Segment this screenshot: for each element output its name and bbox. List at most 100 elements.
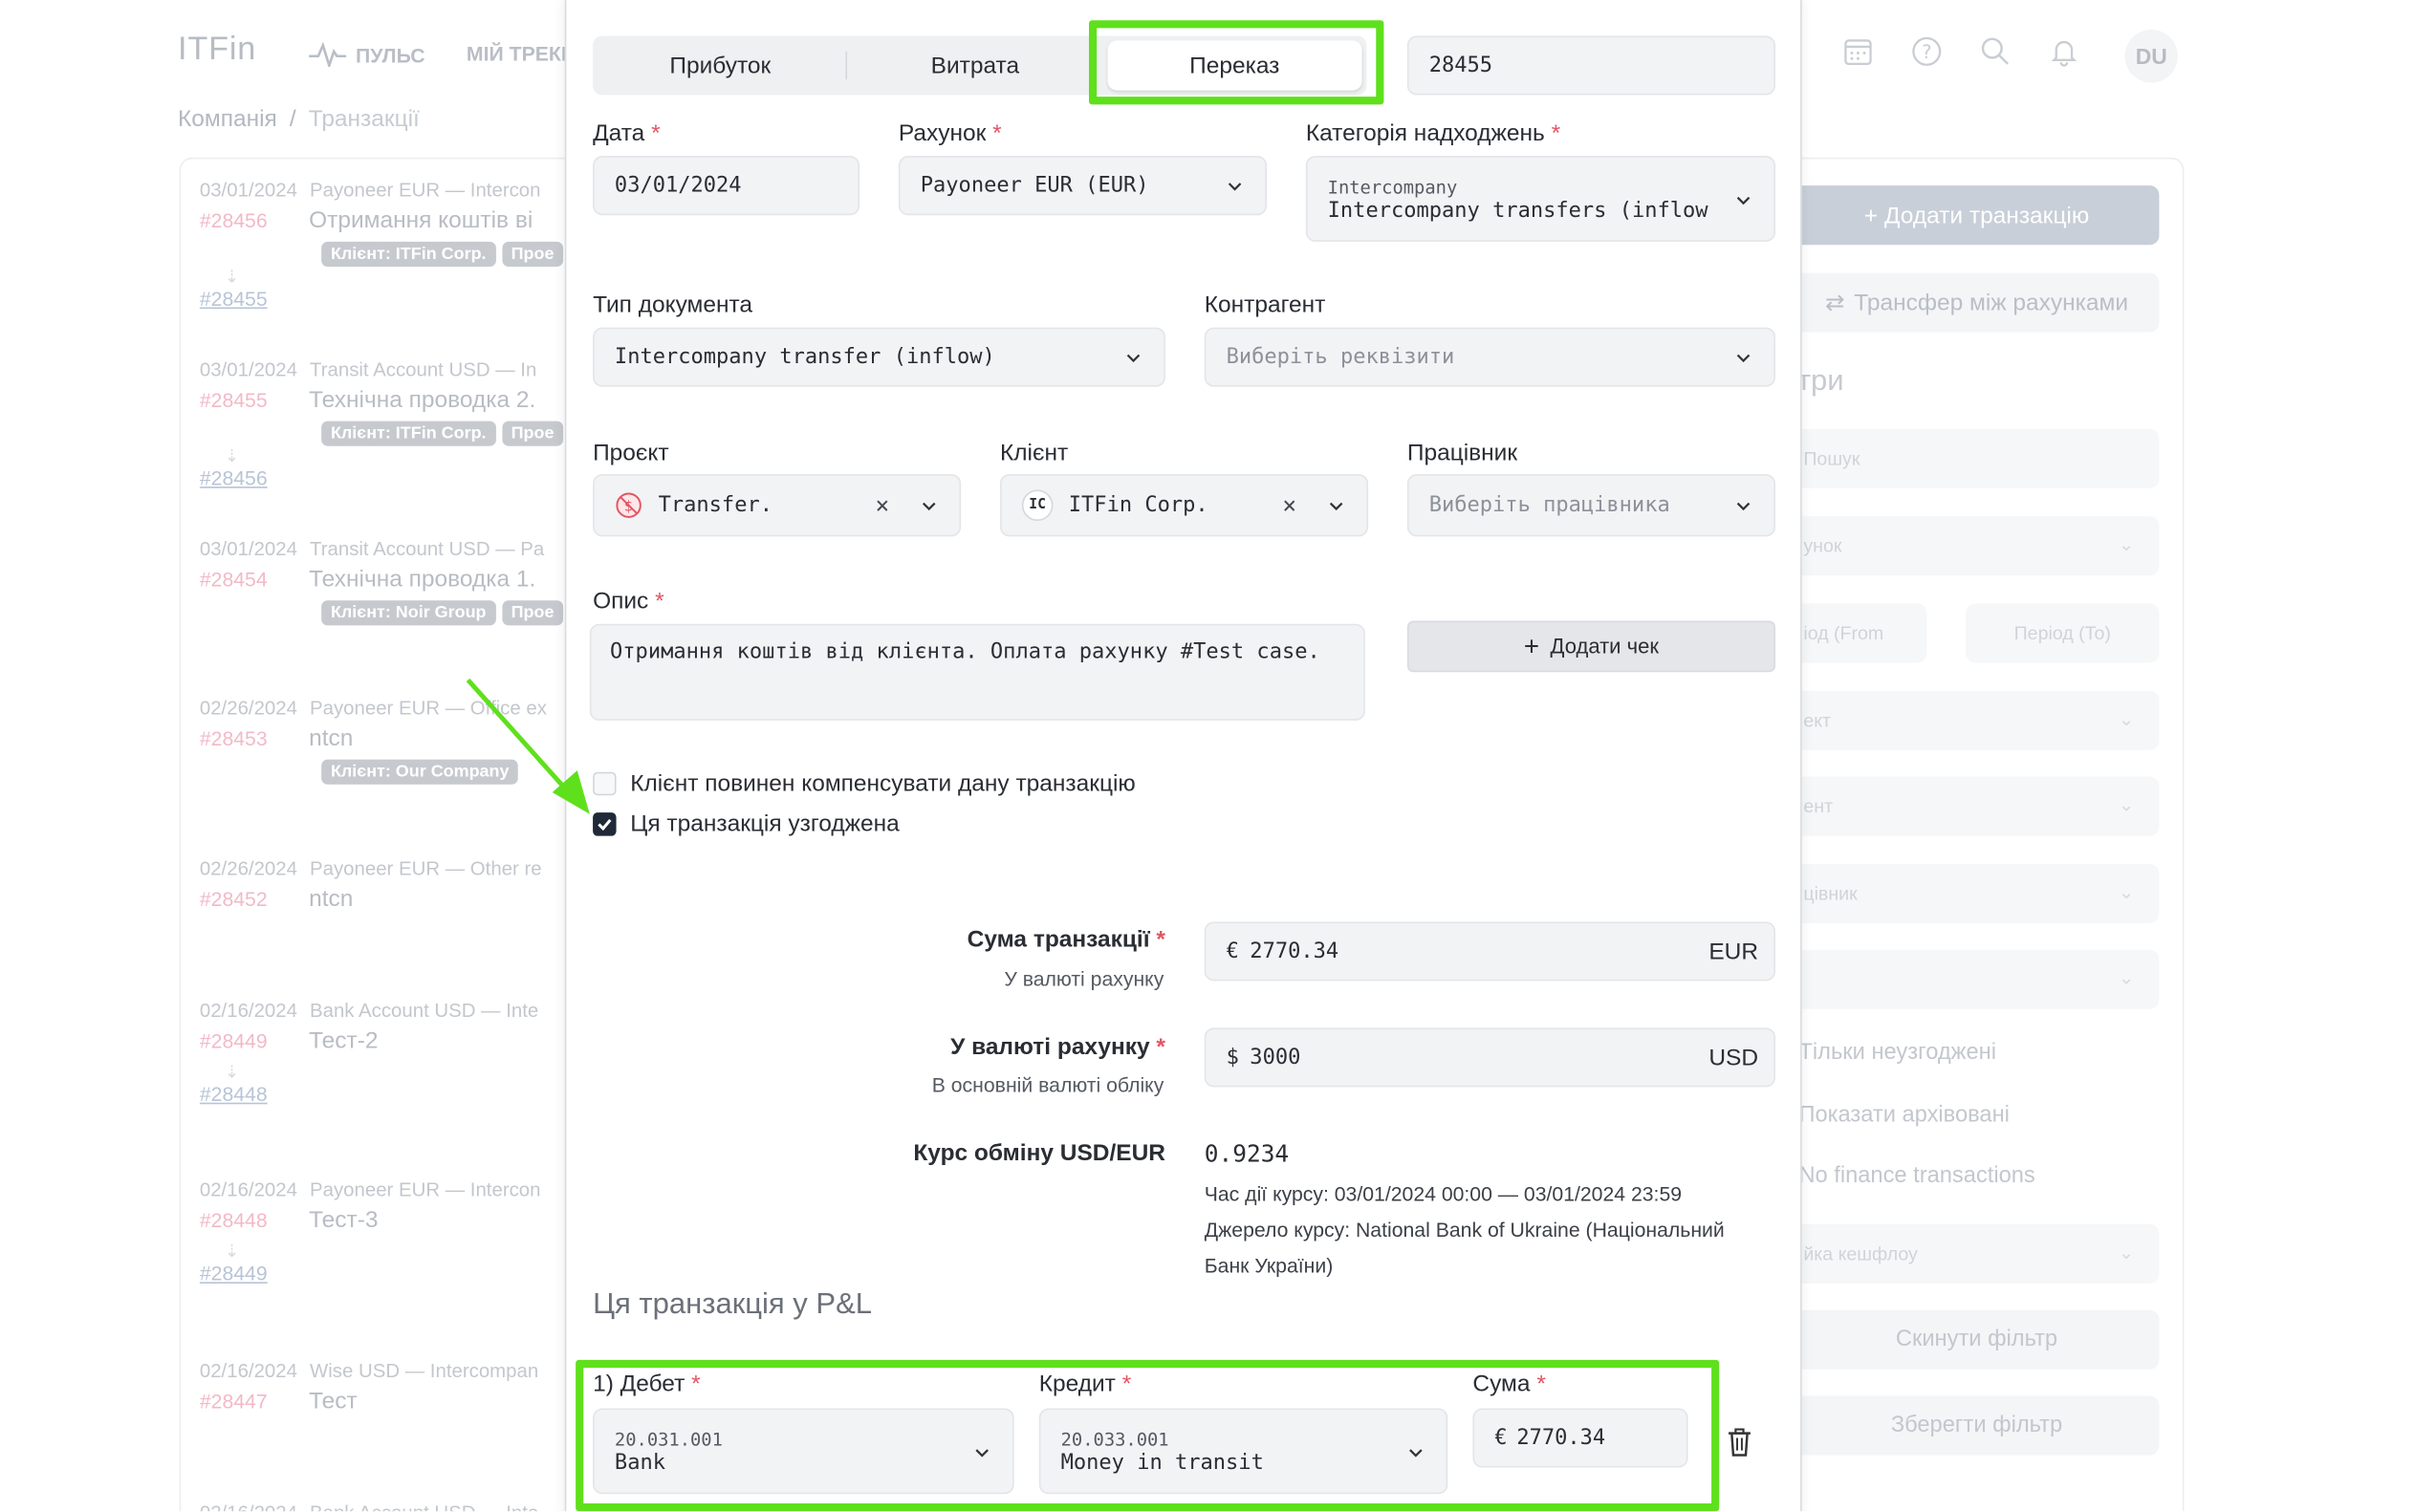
row-title: Тест-2 (309, 1027, 379, 1055)
tab-transfer[interactable]: Переказ (1107, 40, 1362, 91)
list-item[interactable]: 02/16/2024 Bank Account USD — Inte #28449… (200, 1000, 575, 1106)
credit-name: Money in transit (1060, 1449, 1264, 1475)
nav-pulse[interactable]: ПУЛЬС (309, 42, 425, 68)
row-linked-id[interactable]: #28449 (200, 1262, 575, 1285)
row-account: Bank Account USD — Inte (310, 1501, 538, 1511)
row-account: Payoneer EUR — Intercon (310, 1178, 541, 1201)
reset-filter-button[interactable]: Скинути фільтр (1794, 1309, 2160, 1370)
counterparty-select[interactable]: Виберіть реквізити (1204, 327, 1775, 387)
description-textarea[interactable]: Отримання коштів від клієнта. Оплата рах… (589, 623, 1365, 721)
client-select[interactable]: IC ITFin Corp. × (999, 474, 1369, 537)
pl-sum-input[interactable]: €2770.34 (1472, 1408, 1688, 1468)
filter-project[interactable]: ект ⌄ (1794, 690, 2160, 750)
pl-sum-value: 2770.34 (1516, 1425, 1606, 1451)
trash-icon[interactable] (1726, 1427, 1753, 1458)
transfer-icon: ⇄ (1824, 290, 1845, 317)
filter-extra[interactable]: ⌄ (1794, 949, 2160, 1009)
account-label-text: Рахунок (898, 119, 987, 147)
project-select[interactable]: $ Transfer. × (593, 474, 962, 537)
bell-icon[interactable] (2047, 34, 2081, 69)
account-select[interactable]: Payoneer EUR (EUR) (898, 156, 1268, 216)
description-label-text: Опис (593, 588, 649, 615)
filter-period-from[interactable]: іод (From (1794, 603, 1927, 663)
rate-value: 0.9234 (1204, 1139, 1290, 1169)
top-icons: ? (1841, 34, 2081, 69)
filter-client[interactable]: ент ⌄ (1794, 776, 2160, 836)
linked-transaction-field[interactable]: 28455 (1406, 35, 1775, 96)
base-amount-sub: В основній валюті обліку (931, 1072, 1164, 1097)
list-item[interactable]: 03/01/2024 Transit Account USD — In #2845… (200, 358, 575, 489)
transaction-modal: Прибуток Витрата Переказ 28455 Дата * 03… (564, 0, 1802, 1512)
no-finance-toggle[interactable]: No finance transactions (1798, 1163, 2034, 1188)
list-item[interactable]: 03/01/2024 Payoneer EUR — Intercon #28456… (200, 180, 575, 311)
show-archived-toggle[interactable]: Показати архівовані (1798, 1103, 2009, 1128)
amount-input[interactable]: €2770.34 EUR (1204, 921, 1775, 982)
add-transaction-button[interactable]: + Додати транзакцію (1794, 185, 2160, 246)
save-filter-button[interactable]: Зберегти фільтр (1794, 1395, 2160, 1456)
row-id[interactable]: #28455 (200, 388, 309, 411)
row-tag: Клієнт: Noir Group (321, 600, 496, 626)
filter-account[interactable]: унок ⌄ (1794, 516, 2160, 576)
row-id[interactable]: #28447 (200, 1390, 309, 1413)
nav-tracker[interactable]: МІЙ ТРЕКЕ (467, 42, 575, 65)
only-unreconciled-toggle[interactable]: Тільки неузгоджені (1798, 1040, 1995, 1065)
debit-select[interactable]: 20.031.001 Bank (593, 1408, 1014, 1495)
row-tag: Прое (501, 241, 564, 268)
tab-expense[interactable]: Витрата (848, 36, 1103, 96)
filter-cashflow[interactable]: йка кешфлоу ⌄ (1794, 1223, 2160, 1284)
row-linked-id[interactable]: #28456 (200, 466, 575, 489)
breadcrumb-root[interactable]: Компанія (178, 106, 277, 133)
required-mark: * (691, 1371, 701, 1398)
clear-icon[interactable]: × (1282, 491, 1296, 519)
filter-account-label: унок (1803, 534, 1842, 557)
calendar-icon[interactable] (1841, 34, 1876, 69)
date-input[interactable]: 03/01/2024 (593, 156, 860, 216)
base-amount-input[interactable]: $3000 USD (1204, 1027, 1775, 1088)
chevron-down-icon (975, 1448, 989, 1457)
svg-text:?: ? (1922, 41, 1931, 63)
filter-cashflow-label: йка кешфлоу (1803, 1242, 1918, 1265)
row-account: Payoneer EUR — Other re (310, 857, 542, 880)
help-icon[interactable]: ? (1909, 34, 1944, 69)
employee-select[interactable]: Виберіть працівника (1406, 474, 1775, 537)
list-item[interactable]: 02/16/2024 Payoneer EUR — Intercon #28448… (200, 1179, 575, 1285)
counterparty-label: Контрагент (1204, 292, 1326, 318)
required-mark: * (1551, 119, 1561, 147)
add-receipt-button[interactable]: + Додати чек (1406, 620, 1775, 673)
chevron-down-icon: ⌄ (2118, 707, 2135, 730)
row-id[interactable]: #28454 (200, 568, 309, 591)
credit-select[interactable]: 20.033.001 Money in transit (1038, 1408, 1448, 1495)
tab-income[interactable]: Прибуток (593, 36, 849, 96)
search-input[interactable]: Пошук (1794, 428, 2160, 488)
row-linked-id[interactable]: #28455 (200, 287, 575, 310)
rate-source: Джерело курсу: National Bank of Ukraine … (1204, 1218, 1725, 1242)
filter-period-to[interactable]: Період (To) (1966, 603, 2160, 663)
row-id[interactable]: #28456 (200, 209, 309, 232)
required-mark: * (651, 119, 661, 147)
row-id[interactable]: #28448 (200, 1209, 309, 1232)
filter-employee[interactable]: цівник ⌄ (1794, 864, 2160, 924)
row-id[interactable]: #28452 (200, 887, 309, 910)
amount-label: Сума транзакції * (968, 926, 1165, 953)
row-id[interactable]: #28449 (200, 1029, 309, 1052)
debit-label-text: 1) Дебет (593, 1371, 685, 1398)
clear-icon[interactable]: × (875, 491, 889, 519)
counterparty-placeholder: Виберіть реквізити (1226, 344, 1455, 370)
row-date: 03/01/2024 (199, 179, 297, 202)
list-item[interactable]: 03/01/2024 Transit Account USD — Pa #2845… (200, 538, 575, 626)
list-item[interactable]: 02/26/2024 Payoneer EUR — Other re #28452… (200, 857, 575, 914)
row-linked-id[interactable]: #28448 (200, 1082, 575, 1105)
row-title: Тест-3 (309, 1207, 379, 1234)
list-item[interactable]: 02/16/2024 Bank Account USD — Inte (200, 1501, 575, 1511)
search-icon[interactable] (1978, 34, 2012, 69)
list-item[interactable]: 02/16/2024 Wise USD — Intercompan #28447 Т… (200, 1360, 575, 1416)
row-id[interactable]: #28453 (200, 726, 309, 749)
transfer-between-accounts-button[interactable]: ⇄ Трансфер між рахунками (1794, 272, 2160, 333)
required-mark: * (1121, 1371, 1132, 1398)
filter-project-label: ект (1803, 709, 1832, 732)
category-select[interactable]: Intercompany Intercompany transfers (inf… (1305, 156, 1775, 242)
row-account: Wise USD — Intercompan (310, 1359, 539, 1382)
sum-label-text: Сума (1472, 1371, 1531, 1398)
doc-type-select[interactable]: Intercompany transfer (inflow) (593, 327, 1165, 387)
avatar[interactable]: DU (2124, 30, 2178, 83)
